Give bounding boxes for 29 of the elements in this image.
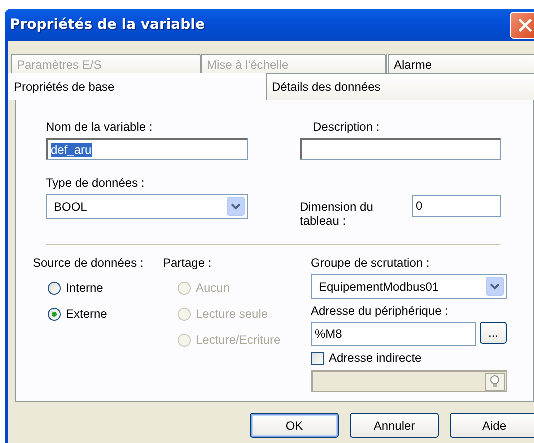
radio-option[interactable]: Externe: [48, 304, 168, 324]
device-address-field[interactable]: %M8: [311, 322, 476, 346]
tab[interactable]: Alarme: [386, 54, 534, 73]
radio-button[interactable]: [48, 308, 61, 320]
array-dimension-field[interactable]: 0: [412, 195, 501, 217]
field-label: Type de données :: [46, 175, 146, 190]
variable-name-field[interactable]: def_aru: [46, 138, 248, 160]
field-label: Description :: [312, 119, 381, 134]
dialog-button[interactable]: Aide: [450, 413, 534, 438]
field-label: Nom de la variable :: [46, 119, 154, 134]
field-label: Adresse du périphérique :: [311, 304, 450, 318]
dialog-button[interactable]: Annuler: [350, 413, 439, 438]
close-icon: [518, 18, 532, 32]
radio-button[interactable]: [48, 282, 61, 294]
window-title: Propriétés de la variable: [10, 17, 206, 33]
description-field[interactable]: [300, 138, 501, 160]
tab[interactable]: Détails des données: [266, 73, 534, 100]
browse-button[interactable]: ...: [480, 322, 507, 344]
tab[interactable]: Propriétés de base: [8, 73, 266, 100]
checkbox[interactable]: [311, 352, 324, 364]
dialog-button[interactable]: OK: [250, 413, 339, 438]
group-label: Partage :: [163, 256, 213, 270]
scan-group-dropdown[interactable]: EquipementModbus01: [311, 274, 507, 299]
data-type-dropdown[interactable]: BOOL: [46, 194, 248, 219]
field-label: Dimension du tableau :: [300, 199, 374, 228]
close-button[interactable]: [510, 12, 534, 38]
checkbox-option[interactable]: Adresse indirecte: [311, 351, 507, 365]
field-label: Groupe de scrutation :: [311, 256, 431, 270]
radio-option[interactable]: Interne: [48, 278, 168, 298]
